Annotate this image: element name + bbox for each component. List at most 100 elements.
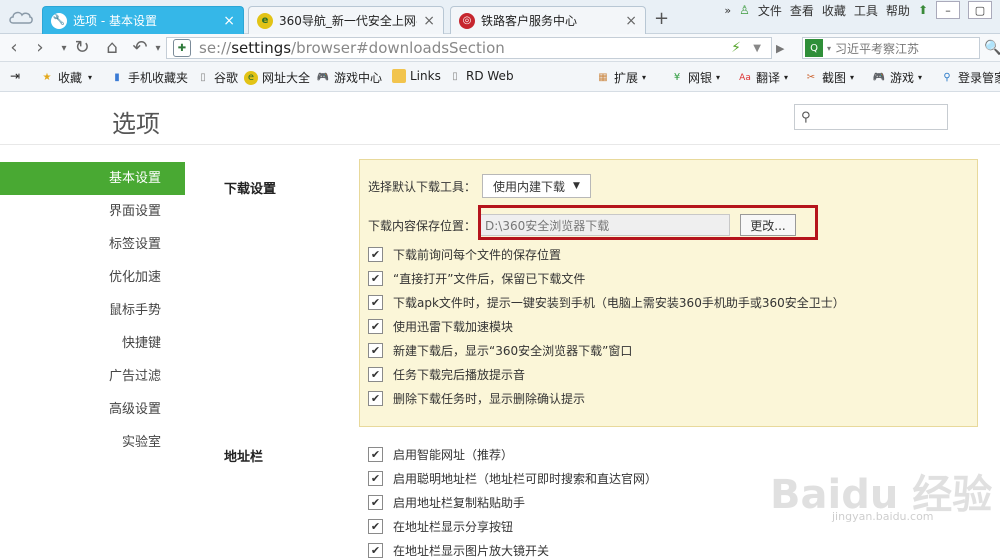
refresh-icon[interactable]: ↻	[70, 37, 94, 58]
tab-options[interactable]: 🔧 选项 - 基本设置 ×	[42, 6, 244, 34]
highlight-annotation	[478, 205, 818, 240]
key-icon: ⚲	[943, 72, 951, 83]
sidebar-item-interface[interactable]: 界面设置	[0, 195, 185, 228]
toolbar-translate[interactable]: Aa 翻译 ▾	[738, 69, 788, 86]
address-bar-option[interactable]: ✔ 启用地址栏复制粘贴助手	[368, 494, 525, 511]
checkbox[interactable]: ✔	[368, 391, 383, 406]
browser-logo-icon[interactable]	[8, 6, 34, 28]
download-option[interactable]: ✔ 删除下载任务时，显示删除确认提示	[368, 390, 585, 407]
sidebar-item-optimize[interactable]: 优化加速	[0, 261, 185, 294]
checkbox[interactable]: ✔	[368, 471, 383, 486]
toolbar-netbank[interactable]: ¥ 网银 ▾	[670, 69, 720, 86]
toolbar-screenshot[interactable]: ✂ 截图 ▾	[804, 69, 854, 86]
page-icon: ▯	[452, 70, 458, 82]
sidebar-item-adblock[interactable]: 广告过滤	[0, 360, 185, 393]
checkbox[interactable]: ✔	[368, 295, 383, 310]
menu-help[interactable]: 帮助	[886, 2, 910, 19]
lightning-icon[interactable]: ⚡	[731, 40, 741, 56]
folder-icon	[392, 69, 406, 83]
download-option[interactable]: ✔ 新建下载后，显示“360安全浏览器下载”窗口	[368, 342, 632, 359]
bookmark-game-center[interactable]: 🎮 游戏中心	[316, 69, 382, 86]
menu-favorites[interactable]: 收藏	[822, 2, 846, 19]
download-option[interactable]: ✔ 下载前询问每个文件的保存位置	[368, 246, 561, 263]
bookmark-links[interactable]: Links	[392, 69, 441, 83]
url-text: se://settings/browser#downloadsSection	[199, 39, 505, 57]
sidebar-item-labs[interactable]: 实验室	[0, 426, 185, 459]
play-icon[interactable]: ▶	[776, 42, 784, 55]
home-icon[interactable]: ⌂	[100, 37, 124, 58]
sidebar-item-shortcuts[interactable]: 快捷键	[0, 327, 185, 360]
bookmark-favorites[interactable]: ★ 收藏 ▾	[40, 69, 93, 86]
new-tab-button[interactable]: +	[654, 8, 669, 29]
divider	[0, 144, 1000, 145]
tab-360-nav[interactable]: e 360导航_新一代安全上网导 ×	[248, 6, 444, 34]
address-bar-option[interactable]: ✔ 在地址栏显示图片放大镜开关	[368, 542, 549, 559]
sidebar-item-tabs[interactable]: 标签设置	[0, 228, 185, 261]
download-path-label: 下载内容保存位置：	[368, 218, 477, 233]
bookmark-bar: ⇥ ★ 收藏 ▾ ▮ 手机收藏夹 ▯ 谷歌 e 网址大全 🎮 游戏中心 Links ▯ RD …	[0, 62, 1000, 92]
download-tool-row: 选择默认下载工具： 使用内建下载 ▼	[368, 174, 591, 198]
search-icon[interactable]: 🔍	[984, 40, 1000, 56]
maximize-button[interactable]: ▢	[968, 1, 992, 19]
sidebar-item-basic[interactable]: 基本设置	[0, 162, 185, 195]
forward-icon[interactable]: ›	[28, 37, 52, 58]
gamepad-icon: 🎮	[316, 72, 330, 83]
toolbar-extensions[interactable]: ▦ 扩展 ▾	[596, 69, 646, 86]
checkbox[interactable]: ✔	[368, 543, 383, 558]
checkbox[interactable]: ✔	[368, 343, 383, 358]
user-icon[interactable]: ♙	[739, 3, 750, 17]
download-option[interactable]: ✔ 使用迅雷下载加速模块	[368, 318, 513, 335]
chevron-down-icon[interactable]: ▼	[753, 43, 761, 54]
tab-railway[interactable]: ◎ 铁路客户服务中心 ×	[450, 6, 646, 34]
checkbox[interactable]: ✔	[368, 447, 383, 462]
download-section-title: 下载设置	[224, 182, 277, 197]
upgrade-arrow-icon[interactable]: ⬆	[918, 3, 928, 17]
close-icon[interactable]: ×	[423, 13, 435, 29]
checkbox[interactable]: ✔	[368, 271, 383, 286]
page-title: 选项	[112, 110, 160, 138]
download-option[interactable]: ✔ 任务下载完后播放提示音	[368, 366, 525, 383]
checkbox[interactable]: ✔	[368, 519, 383, 534]
bookmark-rd-web[interactable]: ▯ RD Web	[448, 69, 513, 83]
address-bar-option[interactable]: ✔ 在地址栏显示分享按钮	[368, 518, 513, 535]
tab-bar: 🔧 选项 - 基本设置 × e 360导航_新一代安全上网导 × ◎ 铁路客户服…	[0, 0, 1000, 34]
phone-icon: ▮	[114, 72, 120, 83]
url-bar[interactable]: ✚ se://settings/browser#downloadsSection…	[166, 37, 772, 59]
scissors-icon: ✂	[806, 72, 816, 83]
menu-tools[interactable]: 工具	[854, 2, 878, 19]
checkbox[interactable]: ✔	[368, 367, 383, 382]
address-bar-option[interactable]: ✔ 启用智能网址（推荐）	[368, 446, 513, 463]
toolbar-login-manager[interactable]: ⚲登录管家	[940, 69, 1000, 86]
baidu-watermark-url: jingyan.baidu.com	[832, 510, 934, 523]
toolbar-games[interactable]: 🎮 游戏 ▾	[872, 69, 922, 86]
download-option[interactable]: ✔ “直接打开”文件后，保留已下载文件	[368, 270, 585, 287]
checkbox[interactable]: ✔	[368, 319, 383, 334]
download-tool-select[interactable]: 使用内建下载 ▼	[482, 174, 591, 198]
address-bar-option[interactable]: ✔ 启用聪明地址栏（地址栏可即时搜索和直达官网）	[368, 470, 657, 487]
menu-file[interactable]: 文件	[758, 2, 782, 19]
bookmark-mobile-favorites[interactable]: ▮ 手机收藏夹	[110, 69, 188, 86]
tab-label: 选项 - 基本设置	[73, 14, 157, 28]
bookmark-google[interactable]: ▯ 谷歌	[196, 69, 238, 86]
search-input[interactable]: 习近平考察江苏	[835, 40, 919, 57]
download-option[interactable]: ✔ 下载apk文件时，提示一键安装到手机（电脑上需安装360手机助手或360安全卫…	[368, 294, 845, 311]
back-icon[interactable]: ‹	[2, 37, 26, 58]
sidebar-toggle-icon[interactable]: ⇥	[10, 69, 20, 83]
settings-search-input[interactable]: ⚲	[794, 104, 948, 130]
settings-sidebar: 基本设置 界面设置 标签设置 优化加速 鼠标手势 快捷键 广告过滤 高级设置 实…	[0, 162, 185, 459]
close-icon[interactable]: ×	[625, 13, 637, 29]
sidebar-item-advanced[interactable]: 高级设置	[0, 393, 185, 426]
menu-view[interactable]: 查看	[790, 2, 814, 19]
bookmark-url-directory[interactable]: e 网址大全	[244, 69, 310, 86]
sidebar-item-mouse-gestures[interactable]: 鼠标手势	[0, 294, 185, 327]
top-menu: » ♙ 文件 查看 收藏 工具 帮助 ⬆ – ▢	[724, 0, 1000, 20]
checkbox[interactable]: ✔	[368, 247, 383, 262]
minimize-button[interactable]: –	[936, 1, 960, 19]
double-chevron-icon[interactable]: »	[724, 4, 731, 17]
search-engine-icon[interactable]: Q	[805, 39, 823, 57]
search-box[interactable]: Q ▾ 习近平考察江苏	[802, 37, 980, 59]
search-engine-caret-icon[interactable]: ▾	[827, 44, 831, 53]
close-icon[interactable]: ×	[223, 13, 235, 29]
checkbox[interactable]: ✔	[368, 495, 383, 510]
apps-grid-icon: ▦	[598, 72, 608, 83]
